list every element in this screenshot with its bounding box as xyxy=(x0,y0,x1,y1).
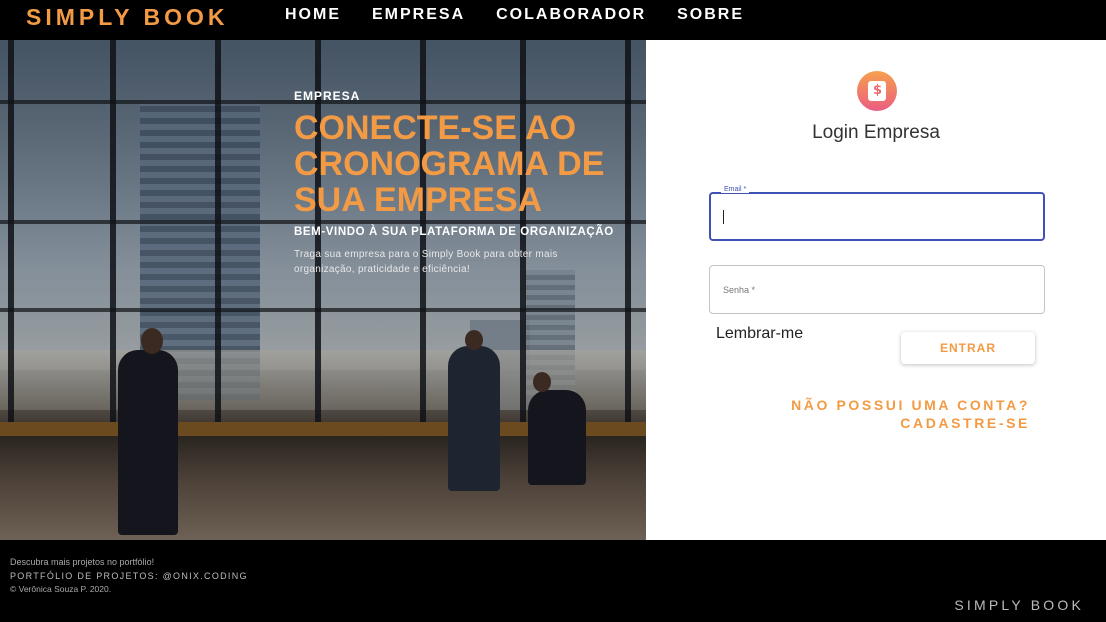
person-head xyxy=(533,372,551,392)
nav-home-link[interactable]: HOME xyxy=(285,6,341,24)
hero-text-block: EMPRESA CONECTE-SE AO CRONOGRAMA DE SUA … xyxy=(294,89,644,277)
email-field[interactable]: Email * xyxy=(709,186,1045,241)
person-sitting xyxy=(528,390,586,485)
top-navbar: SIMPLY BOOK HOME EMPRESA COLABORADOR SOB… xyxy=(0,0,1106,40)
brand-logo-text[interactable]: SIMPLY BOOK xyxy=(26,4,228,31)
hero-title: CONECTE-SE AO CRONOGRAMA DE SUA EMPRESA xyxy=(294,109,605,219)
window-frame xyxy=(0,308,646,312)
signup-link[interactable]: NÃO POSSUI UMA CONTA? CADASTRE-SE xyxy=(791,396,1030,432)
signup-question[interactable]: NÃO POSSUI UMA CONTA? xyxy=(791,396,1030,414)
footer-brand: SIMPLY BOOK xyxy=(954,597,1084,613)
login-title: Login Empresa xyxy=(812,122,940,143)
email-input[interactable] xyxy=(723,205,1033,229)
password-placeholder: Senha * xyxy=(723,285,756,295)
password-field[interactable]: Senha * xyxy=(709,265,1045,314)
hero-image: EMPRESA CONECTE-SE AO CRONOGRAMA DE SUA … xyxy=(0,40,646,540)
schedule-book-icon xyxy=(857,71,897,111)
nav-empresa-link[interactable]: EMPRESA xyxy=(372,6,465,24)
hero-kicker: EMPRESA xyxy=(294,89,361,103)
hero-subtitle: BEM-VINDO À SUA PLATAFORMA DE ORGANIZAÇÃ… xyxy=(294,226,614,238)
footer: Descubra mais projetos no portfólio! POR… xyxy=(0,540,1106,622)
person-head xyxy=(465,330,483,350)
remember-me-label[interactable]: Lembrar-me xyxy=(716,325,803,343)
footer-portfolio-link[interactable]: PORTFÓLIO DE PROJETOS: @ONIX.CODING xyxy=(10,571,248,581)
nav-colaborador-link[interactable]: COLABORADOR xyxy=(496,6,646,24)
login-panel: Login Empresa Email * Senha * Lembrar-me… xyxy=(646,40,1106,540)
person-walking xyxy=(118,350,178,535)
footer-tagline: Descubra mais projetos no portfólio! xyxy=(10,557,155,567)
enter-button[interactable]: ENTRAR xyxy=(901,332,1035,364)
email-label: Email * xyxy=(721,186,750,193)
main-nav: HOME EMPRESA COLABORADOR SOBRE xyxy=(285,6,744,24)
hero-description: Traga sua empresa para o Simply Book par… xyxy=(294,249,558,275)
person-standing xyxy=(448,346,500,491)
nav-sobre-link[interactable]: SOBRE xyxy=(677,6,744,24)
signup-action[interactable]: CADASTRE-SE xyxy=(791,414,1030,432)
footer-copyright: © Verônica Souza P. 2020. xyxy=(10,584,112,594)
person-head xyxy=(141,328,163,354)
